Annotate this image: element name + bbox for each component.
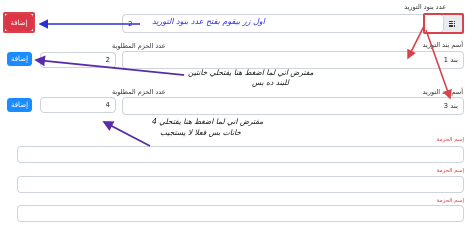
arrow-to-item2-qty xyxy=(102,121,151,147)
annotation-bottom-line2: خانات بس فعلا لا يستجيب xyxy=(160,128,242,137)
annotation-middle-line2: للبند ده بس xyxy=(252,78,289,87)
annotation-top: اول زر بيقوم بفتح عدد بنود التوريد xyxy=(152,17,265,26)
arrow-to-item2 xyxy=(425,29,452,100)
annotation-arrows xyxy=(34,19,452,147)
annotation-middle-line1: مفترض اني لما اضغط هنا يفتحلي خانتين xyxy=(188,68,314,77)
annotation-bottom-line1: مفترض اني لما اضغط هنا يفتحلي 4 xyxy=(152,117,264,126)
arrow-to-item1-add xyxy=(34,55,185,76)
arrow-to-item1 xyxy=(407,25,425,60)
package3-input[interactable] xyxy=(17,205,464,222)
